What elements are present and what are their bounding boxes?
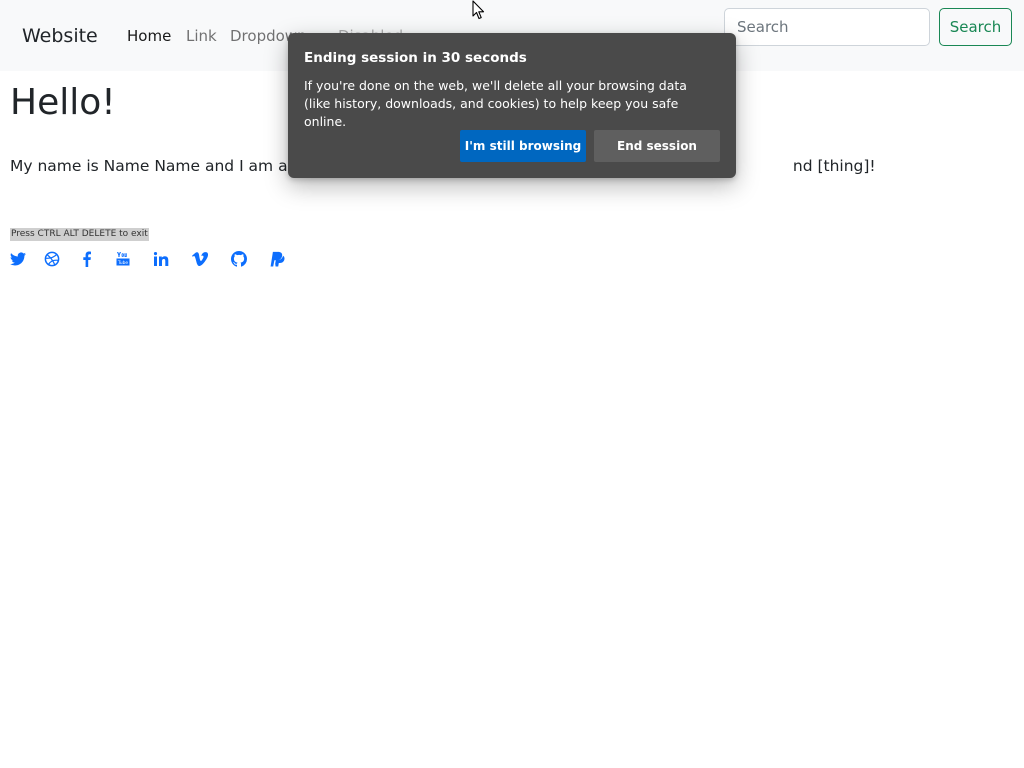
kiosk-exit-hint: Press CTRL ALT DELETE to exit [10, 228, 149, 241]
vimeo-icon[interactable] [192, 251, 208, 267]
linkedin-icon[interactable] [153, 251, 169, 267]
nav-link-home[interactable]: Home [127, 25, 171, 47]
facebook-icon[interactable] [79, 251, 95, 267]
twitter-icon[interactable] [10, 251, 26, 267]
youtube-icon[interactable]: Tube [115, 251, 131, 267]
nav-link-link[interactable]: Link [186, 25, 217, 47]
github-icon[interactable] [231, 251, 247, 267]
dialog-message: If you're done on the web, we'll delete … [304, 78, 687, 129]
dribbble-icon[interactable] [44, 251, 60, 267]
search-button[interactable]: Search [939, 8, 1012, 46]
page-heading: Hello! [10, 82, 116, 123]
search-input[interactable] [724, 8, 930, 46]
brand-link[interactable]: Website [22, 23, 98, 49]
svg-text:Tube: Tube [117, 260, 129, 266]
still-browsing-button[interactable]: I'm still browsing [460, 130, 586, 162]
paypal-icon[interactable] [269, 251, 285, 267]
mouse-cursor-icon [472, 0, 485, 20]
intro-text-left: My name is Name Name and I am a pro [10, 157, 318, 175]
intro-text-right: nd [thing]! [792, 157, 876, 175]
end-session-button[interactable]: End session [594, 130, 720, 162]
dialog-title: Ending session in 30 seconds [304, 50, 527, 66]
session-ending-dialog: Ending session in 30 seconds If you're d… [288, 33, 736, 178]
